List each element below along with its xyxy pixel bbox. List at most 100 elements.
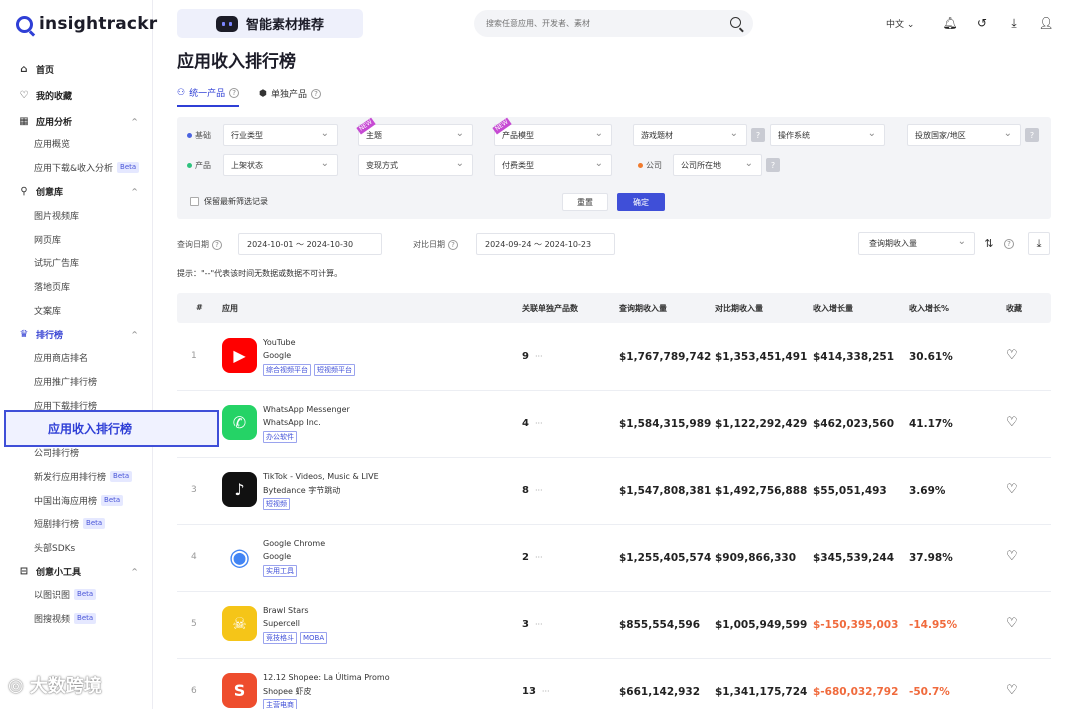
developer-name[interactable]: Google — [263, 552, 291, 561]
monetization-select[interactable]: 变现方式 — [358, 154, 473, 176]
help-icon[interactable]: ? — [229, 87, 240, 98]
developer-name[interactable]: WhatsApp Inc. — [263, 418, 321, 427]
sort-order-icon[interactable]: ⇅ — [978, 232, 1000, 255]
sidebar-item[interactable]: ▦ 应用分析 ^ — [0, 110, 152, 132]
header-query-revenue[interactable]: 查询期收入量 — [619, 303, 667, 314]
favorite-heart-icon[interactable]: ♡ — [1006, 549, 1018, 564]
more-icon[interactable]: ··· — [535, 486, 543, 495]
chevron-up-icon[interactable]: ^ — [131, 567, 138, 576]
search-icon[interactable] — [730, 17, 741, 28]
keep-filter-option[interactable]: 保留最新筛选记录 — [190, 196, 268, 207]
developer-name[interactable]: Supercell — [263, 619, 300, 628]
more-icon[interactable]: ··· — [535, 553, 543, 562]
app-name[interactable]: WhatsApp Messenger — [263, 405, 350, 414]
brand-logo[interactable]: insightrackr — [16, 14, 157, 34]
table-row[interactable]: 3 ♪ TikTok - Videos, Music & LIVE Byteda… — [177, 458, 1051, 525]
app-icon[interactable]: S — [222, 673, 257, 708]
category-tag[interactable]: 综合视频平台 — [263, 364, 311, 376]
favorite-heart-icon[interactable]: ♡ — [1006, 415, 1018, 430]
header-compare-revenue[interactable]: 对比期收入量 — [715, 303, 763, 314]
favorite-heart-icon[interactable]: ♡ — [1006, 683, 1018, 698]
help-icon[interactable]: ? — [448, 239, 458, 250]
query-date-range[interactable]: 2024-10-01 ～ 2024-10-30 — [238, 233, 382, 255]
sidebar-item[interactable]: ⊟ 创意小工具 ^ — [0, 560, 152, 582]
product-model-select[interactable]: NEW 产品模型 — [492, 117, 612, 146]
favorite-heart-icon[interactable]: ♡ — [1006, 482, 1018, 497]
confirm-button[interactable]: 确定 — [617, 193, 665, 211]
sidebar-item[interactable]: 落地页库 — [0, 275, 152, 297]
linked-product-count[interactable]: 2 ··· — [522, 552, 543, 563]
compare-date-range[interactable]: 2024-09-24 ～ 2024-10-23 — [476, 233, 615, 255]
export-icon[interactable]: ⤓ — [1028, 232, 1050, 255]
smart-material-button[interactable]: 智能素材推荐 — [177, 9, 363, 38]
sidebar-item[interactable]: 试玩广告库 — [0, 251, 152, 273]
help-icon[interactable]: ? — [310, 88, 321, 99]
help-icon[interactable]: ? — [212, 239, 222, 250]
app-name[interactable]: TikTok - Videos, Music & LIVE — [263, 472, 379, 481]
app-name[interactable]: Brawl Stars — [263, 606, 309, 615]
app-icon[interactable]: ♪ — [222, 472, 257, 507]
sidebar-item[interactable]: 中国出海应用榜 Beta — [0, 489, 152, 511]
language-select[interactable]: 中文 ⌄ — [886, 17, 934, 30]
header-linked-count[interactable]: 关联单独产品数 — [522, 303, 578, 314]
listing-status-select[interactable]: 上架状态 — [223, 154, 338, 176]
sort-metric-select[interactable]: 查询期收入量 — [858, 232, 975, 255]
company-location-select[interactable]: 公司所在地 — [673, 154, 762, 176]
sidebar-item[interactable]: 文案库 — [0, 299, 152, 321]
industry-select[interactable]: 行业类型 — [223, 124, 338, 146]
app-name[interactable]: 12.12 Shopee: La Última Promo — [263, 673, 390, 682]
sidebar-item[interactable]: 头部SDKs — [0, 536, 152, 558]
user-icon[interactable]: 👤︎ — [1030, 14, 1062, 32]
more-icon[interactable]: ··· — [535, 620, 543, 629]
category-tag[interactable]: 办公软件 — [263, 431, 297, 443]
region-select[interactable]: 投放国家/地区 — [907, 124, 1021, 146]
header-growth-pct[interactable]: 收入增长% — [909, 303, 949, 314]
app-icon[interactable]: ▶ — [222, 338, 257, 373]
table-row[interactable]: 4 ◉ Google Chrome Google 实用工具 2 ··· $1,25… — [177, 525, 1051, 592]
developer-name[interactable]: Bytedance 字节跳动 — [263, 485, 340, 496]
table-row[interactable]: 1 ▶ YouTube Google 综合视频平台 短视频平台 9 ··· $1,7… — [177, 324, 1051, 391]
more-icon[interactable]: ··· — [535, 419, 543, 428]
chevron-up-icon[interactable]: ^ — [131, 187, 138, 196]
search-input[interactable] — [486, 19, 716, 28]
table-row[interactable]: 2 ✆ WhatsApp Messenger WhatsApp Inc. 办公软… — [177, 391, 1051, 458]
app-name[interactable]: Google Chrome — [263, 539, 325, 548]
help-icon[interactable]: ? — [1025, 128, 1039, 142]
history-icon[interactable]: ↺ — [966, 14, 998, 32]
favorite-heart-icon[interactable]: ♡ — [1006, 616, 1018, 631]
app-icon[interactable]: ☠ — [222, 606, 257, 641]
theme-select[interactable]: NEW 主题 — [356, 117, 473, 146]
tab-single-product[interactable]: ⬢ 单独产品 ? — [259, 86, 321, 107]
more-icon[interactable]: ··· — [542, 687, 550, 696]
sidebar-item[interactable]: 短剧排行榜 Beta — [0, 512, 152, 534]
sidebar-item[interactable]: ♛ 排行榜 ^ — [0, 323, 152, 345]
app-icon[interactable]: ◉ — [222, 539, 257, 574]
category-tag[interactable]: 短视频平台 — [314, 364, 355, 376]
sidebar-item[interactable]: 新发行应用排行榜 Beta — [0, 465, 152, 487]
more-icon[interactable]: ··· — [535, 352, 543, 361]
category-tag[interactable]: 主营电商 — [263, 699, 297, 709]
sidebar-item[interactable]: ⌂ 首页 — [0, 58, 152, 80]
help-icon[interactable]: ? — [751, 128, 765, 142]
sidebar-item-active-highlight[interactable]: 应用收入排行榜 — [4, 410, 219, 447]
category-tag[interactable]: 实用工具 — [263, 565, 297, 577]
keep-filter-checkbox[interactable] — [190, 197, 199, 206]
sidebar-item[interactable]: 网页库 — [0, 228, 152, 250]
sidebar-item[interactable]: ♡ 我的收藏 — [0, 84, 152, 106]
category-tag[interactable]: MOBA — [300, 632, 328, 644]
bell-icon[interactable]: 🔔︎ — [934, 14, 966, 32]
linked-product-count[interactable]: 13 ··· — [522, 686, 550, 697]
favorite-heart-icon[interactable]: ♡ — [1006, 348, 1018, 363]
category-tag[interactable]: 短视频 — [263, 498, 290, 510]
os-select[interactable]: 操作系统 — [770, 124, 885, 146]
game-theme-select[interactable]: 游戏题材 — [633, 124, 747, 146]
pay-type-select[interactable]: 付费类型 — [494, 154, 612, 176]
chevron-up-icon[interactable]: ^ — [131, 117, 138, 126]
sidebar-item[interactable]: 应用概览 — [0, 132, 152, 154]
sidebar-item[interactable]: 应用商店排名 — [0, 346, 152, 368]
sidebar-item[interactable]: 应用下载&收入分析 Beta — [0, 156, 152, 178]
help-icon[interactable]: ? — [766, 158, 780, 172]
tab-unified-product[interactable]: ⚇ 统一产品 ? — [177, 86, 240, 107]
reset-button[interactable]: 重置 — [562, 193, 608, 211]
sidebar-item[interactable]: 应用推广排行榜 — [0, 370, 152, 392]
